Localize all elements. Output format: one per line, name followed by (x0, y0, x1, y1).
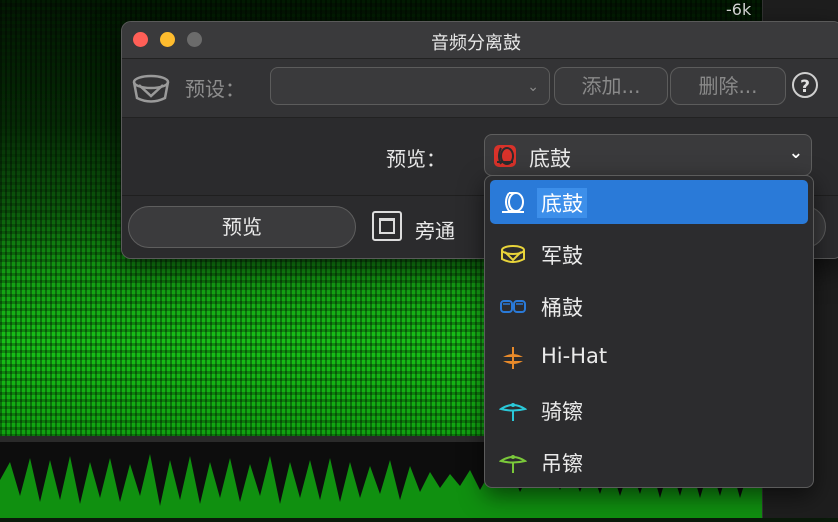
bypass-icon (379, 218, 395, 234)
preview-label: 预览： (386, 147, 446, 171)
kick-drum-icon (494, 145, 516, 167)
kick-drum-icon (502, 192, 524, 213)
dropdown-item-kick[interactable]: 底鼓 (490, 180, 808, 224)
dropdown-item-label: 底鼓 (537, 188, 587, 218)
dropdown-item-label: 吊镲 (541, 452, 583, 476)
drum-type-dropdown: 底鼓 军鼓 桶鼓 Hi-Hat 骑镲 吊镲 (484, 175, 814, 488)
dropdown-item-snare[interactable]: 军鼓 (490, 232, 808, 276)
dropdown-item-label: 骑镲 (541, 400, 583, 424)
crash-cymbal-icon (499, 455, 527, 473)
bypass-toggle[interactable] (372, 211, 402, 241)
drum-type-selected: 底鼓 (529, 147, 571, 171)
preset-label: 预设： (185, 77, 245, 101)
dropdown-item-label: 桶鼓 (541, 296, 583, 320)
dialog-titlebar[interactable]: 音频分离鼓 (122, 22, 838, 59)
dropdown-item-label: 军鼓 (541, 244, 583, 268)
dropdown-item-crash[interactable]: 吊镲 (490, 440, 808, 484)
chevron-down-icon: ⌄ (527, 79, 539, 95)
preset-row: 预设： ⌄ 添加... 删除... ? (122, 59, 838, 118)
add-preset-button[interactable]: 添加... (554, 67, 668, 105)
dropdown-item-ride[interactable]: 骑镲 (490, 388, 808, 432)
dialog-title: 音频分离鼓 (431, 33, 521, 54)
tom-drums-icon (500, 300, 526, 313)
help-icon[interactable]: ? (792, 72, 818, 98)
dropdown-item-label: Hi-Hat (541, 344, 608, 368)
dropdown-item-toms[interactable]: 桶鼓 (490, 284, 808, 328)
hi-hat-icon (503, 347, 523, 369)
drum-type-select[interactable]: 底鼓 ⌄ (484, 134, 812, 176)
ride-cymbal-icon (499, 403, 527, 421)
dropdown-item-hi-hat[interactable]: Hi-Hat (490, 336, 808, 380)
preview-button[interactable]: 预览 (128, 206, 356, 248)
bypass-label: 旁通 (415, 219, 455, 243)
preset-select[interactable]: ⌄ (270, 67, 550, 105)
chevron-down-icon: ⌄ (788, 143, 803, 163)
delete-preset-button[interactable]: 删除... (670, 67, 786, 105)
drum-logo-icon (132, 74, 170, 103)
snare-drum-icon (501, 245, 525, 263)
frequency-scale-label: -6k (726, 0, 752, 19)
